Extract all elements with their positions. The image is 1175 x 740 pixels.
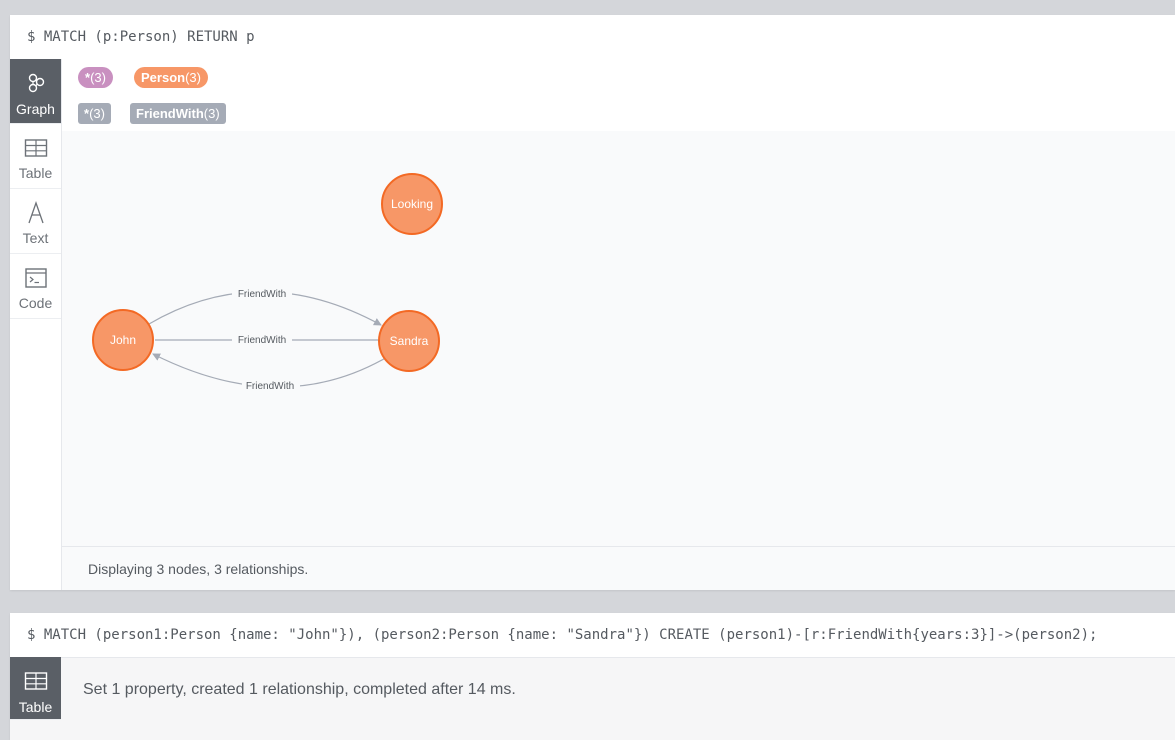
graph-node-john[interactable]: John [92, 309, 154, 371]
sidebar-item-table[interactable]: Table [10, 124, 61, 189]
node-caption: Sandra [390, 334, 429, 348]
view-sidebar: Table [10, 657, 61, 740]
relationship-types-bar: *(3) FriendWith(3) [62, 95, 1175, 132]
result-frame-graph: $ MATCH (p:Person) RETURN p Graph Table … [10, 15, 1175, 590]
query-command[interactable]: $ MATCH (person1:Person {name: "John"}),… [10, 613, 1175, 658]
result-frame-table: $ MATCH (person1:Person {name: "John"}),… [10, 613, 1175, 740]
label-count: (3) [185, 70, 201, 85]
rel-type-all[interactable]: *(3) [78, 103, 111, 124]
table-icon [10, 669, 61, 693]
sidebar-item-label: Table [18, 165, 53, 181]
graph-svg[interactable]: FriendWith FriendWith FriendWith John Sa… [62, 131, 1175, 546]
node-labels-bar: *(3) Person(3) [62, 59, 1175, 96]
query-command[interactable]: $ MATCH (p:Person) RETURN p [10, 15, 1175, 60]
graph-canvas[interactable]: FriendWith FriendWith FriendWith John Sa… [62, 131, 1175, 546]
graph-node-looking[interactable]: Looking [381, 173, 443, 235]
code-icon [10, 266, 61, 290]
label-count: (3) [90, 70, 106, 85]
relationship-label: FriendWith [238, 335, 286, 346]
relationship-label: FriendWith [246, 381, 294, 392]
rel-type-name: FriendWith [136, 106, 204, 121]
sidebar-item-text[interactable]: Text [10, 189, 61, 254]
rel-type-friendwith[interactable]: FriendWith(3) [130, 103, 226, 124]
node-caption: Looking [391, 197, 433, 211]
sidebar-item-label: Graph [16, 101, 55, 117]
graph-status-bar: Displaying 3 nodes, 3 relationships. [62, 546, 1175, 590]
text-icon [10, 201, 61, 225]
sidebar-item-label: Table [18, 699, 53, 715]
table-icon [10, 136, 61, 160]
graph-icon [10, 71, 61, 95]
node-caption: John [110, 333, 136, 347]
rel-type-count: (3) [203, 106, 220, 121]
sidebar-item-label: Text [22, 230, 49, 246]
sidebar-item-code[interactable]: Code [10, 254, 61, 319]
sidebar-item-label: Code [18, 295, 53, 311]
sidebar-item-graph[interactable]: Graph [10, 59, 61, 124]
rel-type-count: (3) [89, 106, 105, 121]
node-label-all[interactable]: *(3) [78, 67, 113, 88]
graph-node-sandra[interactable]: Sandra [378, 310, 440, 372]
node-label-person[interactable]: Person(3) [134, 67, 208, 88]
result-summary: Set 1 property, created 1 relationship, … [83, 681, 516, 698]
view-sidebar: Graph Table Text Code [10, 59, 62, 590]
sidebar-item-table[interactable]: Table [10, 657, 61, 720]
label-name: Person [141, 70, 186, 85]
relationship-label: FriendWith [238, 289, 286, 300]
